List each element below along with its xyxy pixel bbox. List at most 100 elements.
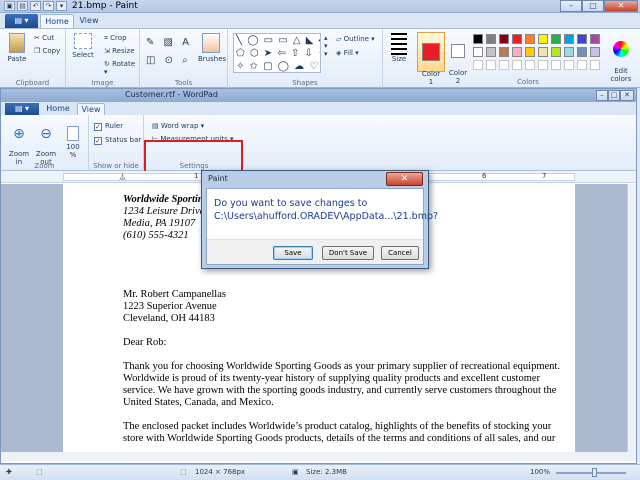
- outline-button[interactable]: ▱ Outline ▾: [336, 35, 375, 43]
- select-button[interactable]: Select: [70, 33, 96, 59]
- palette-swatch[interactable]: [486, 47, 496, 57]
- paint-window-title: 21.bmp - Paint: [72, 1, 138, 11]
- palette-swatch[interactable]: [564, 34, 574, 44]
- word-wrap-button[interactable]: ▤ Word wrap ▾: [152, 122, 204, 130]
- word-wrap-label: Word wrap: [160, 122, 199, 130]
- outline-label: Outline: [343, 35, 369, 43]
- paint-file-menu-button[interactable]: ▤ ▾: [5, 14, 38, 28]
- wordpad-window-title: Customer.rtf - WordPad: [125, 90, 218, 99]
- file-size: Size: 2.3MB: [306, 468, 347, 476]
- horizontal-scrollbar[interactable]: [1, 452, 636, 461]
- doc-paragraph2-line: The enclosed packet includes Worldwide’s…: [123, 421, 552, 432]
- wordpad-ribbon-tabs: ▤ ▾ Home View: [1, 102, 636, 115]
- palette-swatch[interactable]: [577, 47, 587, 57]
- tool-icons-row1[interactable]: ✎ ▧ A: [146, 37, 192, 48]
- brushes-button[interactable]: Brushes: [198, 33, 226, 63]
- paint-status-bar: ✚ ⬚ ⬚ 1024 × 768px ▣ Size: 2.3MB 100%: [0, 464, 640, 480]
- fill-label: Fill: [343, 49, 353, 57]
- size-icon: [391, 33, 407, 55]
- vertical-scrollbar[interactable]: [627, 184, 636, 452]
- tab-home[interactable]: Home: [40, 14, 74, 28]
- add-icon: ✚: [6, 468, 12, 476]
- palette-swatch[interactable]: [551, 47, 561, 57]
- cancel-button[interactable]: Cancel: [381, 246, 419, 260]
- wordpad-close-button[interactable]: ✕: [620, 90, 634, 101]
- shapes-scroll[interactable]: ▴ ▾ ▾: [324, 34, 328, 58]
- rotate-button[interactable]: ↻ Rotate ▾: [104, 60, 139, 76]
- palette-swatch[interactable]: [577, 34, 587, 44]
- resize-label: Resize: [112, 47, 135, 55]
- palette-swatch[interactable]: [538, 47, 548, 57]
- wordpad-file-menu-button[interactable]: ▤ ▾: [5, 103, 39, 115]
- save-quick-icon[interactable]: ▤: [17, 1, 28, 11]
- size-button[interactable]: Size: [386, 33, 412, 63]
- palette-swatch[interactable]: [486, 34, 496, 44]
- palette-swatch-empty[interactable]: [590, 60, 600, 70]
- palette-swatch[interactable]: [564, 47, 574, 57]
- wordpad-minimize-button[interactable]: –: [596, 90, 608, 101]
- palette-swatch[interactable]: [512, 47, 522, 57]
- paint-ribbon-tabs: ▤ ▾ Home View: [0, 13, 640, 28]
- palette-swatch-empty[interactable]: [564, 60, 574, 70]
- copy-button[interactable]: ❐ Copy: [34, 47, 60, 55]
- image-group-label: Image: [91, 79, 114, 87]
- zoom-slider[interactable]: [556, 468, 626, 477]
- show-hide-group-label: Show or hide: [93, 162, 139, 170]
- palette-swatch[interactable]: [499, 47, 509, 57]
- palette-swatch[interactable]: [512, 34, 522, 44]
- ruler-label: Ruler: [105, 122, 124, 130]
- close-button[interactable]: ✕: [604, 0, 638, 12]
- palette-swatch-empty[interactable]: [512, 60, 522, 70]
- customize-qat-icon[interactable]: ▾: [56, 1, 67, 11]
- ruler-number: 6: [482, 172, 487, 180]
- size-label: Size: [391, 55, 407, 63]
- tab-view[interactable]: View: [76, 14, 102, 28]
- color2-button[interactable]: Color 2: [447, 32, 469, 93]
- dialog-close-button[interactable]: ✕: [386, 172, 423, 186]
- palette-swatch-empty[interactable]: [486, 60, 496, 70]
- maximize-button[interactable]: □: [582, 0, 604, 12]
- wordpad-tab-view[interactable]: View: [77, 103, 105, 115]
- shapes-gallery[interactable]: ╲ ◯ ▭ ▭ △ ◣ ◆⬠ ⬡ ➤ ⇦ ⇧ ⇩ ✦✧ ✩ ▢ ◯ ☁ ♡ ⚡: [233, 33, 321, 73]
- paste-button[interactable]: Paste: [4, 33, 30, 63]
- palette-swatch-empty[interactable]: [525, 60, 535, 70]
- ruler-indent-marker[interactable]: ⏅: [119, 172, 126, 182]
- tool-icons-row2[interactable]: ◫ ⊙ ⌕: [146, 55, 191, 66]
- palette-swatch[interactable]: [499, 34, 509, 44]
- color1-button[interactable]: Color 1: [417, 32, 445, 86]
- minimize-button[interactable]: –: [560, 0, 582, 12]
- wordpad-maximize-button[interactable]: □: [608, 90, 620, 101]
- ruler-number: 1: [194, 172, 199, 180]
- palette-swatch[interactable]: [551, 34, 561, 44]
- wordpad-titlebar: Customer.rtf - WordPad – □ ✕: [1, 89, 636, 102]
- palette-swatch[interactable]: [525, 34, 535, 44]
- cut-button[interactable]: ✂ Cut: [34, 34, 54, 42]
- palette-swatch-empty[interactable]: [551, 60, 561, 70]
- disk-icon: ▣: [292, 468, 299, 476]
- palette-swatch[interactable]: [473, 34, 483, 44]
- palette-swatch-empty[interactable]: [577, 60, 587, 70]
- palette-swatch[interactable]: [473, 47, 483, 57]
- undo-icon[interactable]: ↶: [30, 1, 41, 11]
- color1-swatch: [422, 43, 440, 61]
- redo-icon[interactable]: ↷: [43, 1, 54, 11]
- dont-save-button[interactable]: Don't Save: [322, 246, 374, 260]
- fill-button[interactable]: ◈ Fill ▾: [336, 49, 359, 57]
- palette-swatch[interactable]: [538, 34, 548, 44]
- zoom-100-button[interactable]: 100 %: [61, 118, 85, 167]
- palette-swatch-empty[interactable]: [538, 60, 548, 70]
- wordpad-window: Customer.rtf - WordPad – □ ✕ ▤ ▾ Home Vi…: [0, 88, 637, 464]
- paint-app-icon[interactable]: ▣: [4, 1, 15, 11]
- status-bar-checkbox[interactable]: ✓ Status bar: [94, 136, 141, 145]
- resize-button[interactable]: ⇲ Resize: [104, 47, 135, 55]
- wordpad-tab-home[interactable]: Home: [43, 103, 73, 115]
- palette-swatch[interactable]: [590, 47, 600, 57]
- palette-swatch-empty[interactable]: [473, 60, 483, 70]
- palette-swatch[interactable]: [525, 47, 535, 57]
- save-button[interactable]: Save: [273, 246, 313, 260]
- palette-swatch[interactable]: [590, 34, 600, 44]
- crop-button[interactable]: ⌗ Crop: [104, 34, 127, 43]
- ruler-checkbox[interactable]: ✓ Ruler: [94, 122, 123, 131]
- palette-swatch-empty[interactable]: [499, 60, 509, 70]
- edit-colors-button[interactable]: Edit colors: [608, 33, 634, 91]
